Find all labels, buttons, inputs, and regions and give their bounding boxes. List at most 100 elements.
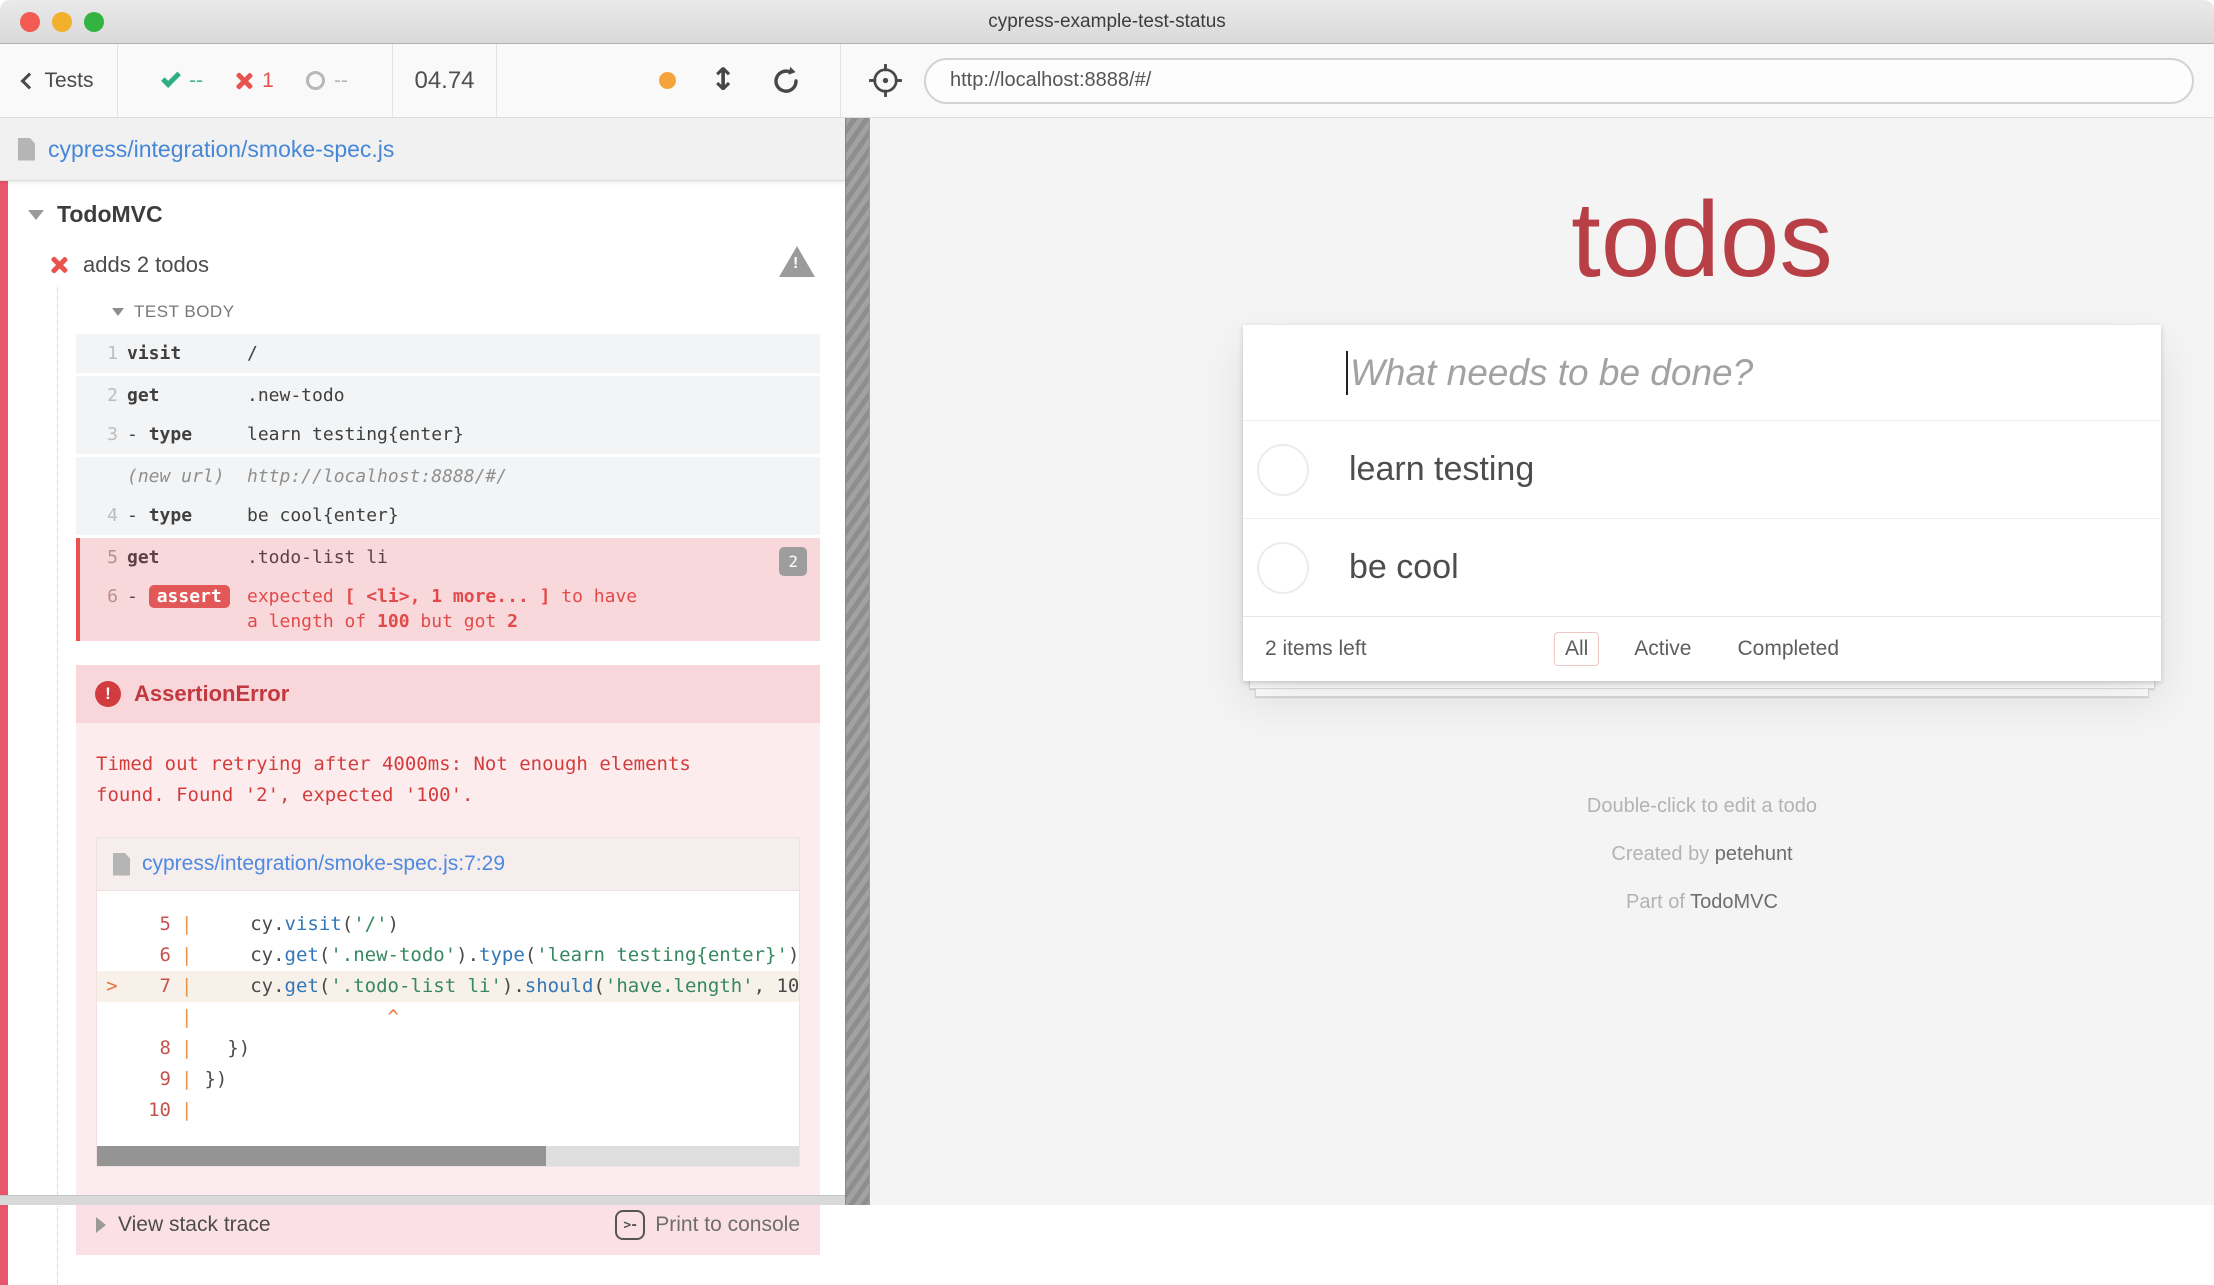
print-to-console-label: Print to console <box>655 1213 800 1237</box>
error-block: ! AssertionError Timed out retrying afte… <box>76 665 820 1255</box>
minimize-window-icon[interactable] <box>52 12 72 32</box>
text-cursor <box>1346 351 1348 395</box>
back-to-tests-label: Tests <box>44 69 93 93</box>
scrollbar-thumb[interactable] <box>97 1146 546 1166</box>
reporter-panel: cypress/integration/smoke-spec.js TodoMV… <box>0 118 845 1205</box>
code-text: cy.get('.todo-list li').should('have.len… <box>204 971 799 1002</box>
selector-playground-icon[interactable] <box>867 62 904 99</box>
x-icon <box>235 72 253 90</box>
command-row[interactable]: 1visit/ <box>76 334 820 373</box>
todomvc-link[interactable]: TodoMVC <box>1690 891 1778 913</box>
test-row[interactable]: adds 2 todos ! <box>8 228 845 286</box>
code-frame-header: cypress/integration/smoke-spec.js:7:29 <box>97 838 799 891</box>
test-body-label: TEST BODY <box>134 302 235 322</box>
cypress-runner-window: { "window": { "title": "cypress-example-… <box>0 0 2214 1206</box>
command-row[interactable]: (new url)http://localhost:8888/#/ <box>76 457 820 496</box>
titlebar: cypress-example-test-status <box>0 0 2214 44</box>
code-frame-scrollbar[interactable] <box>97 1146 799 1166</box>
author-link[interactable]: petehunt <box>1715 843 1793 865</box>
restart-tests-icon[interactable] <box>770 65 802 97</box>
runner-toolbar: Tests -- 1 -- 04.74 ↕ <box>0 44 2214 118</box>
test-duration: 04.74 <box>393 44 497 117</box>
url-section: http://localhost:8888/#/ <box>841 44 2214 117</box>
command-message: be cool{enter} <box>247 503 820 528</box>
failed-test-region: TodoMVC adds 2 todos ! TEST BODY 1visit/… <box>0 181 845 1285</box>
command-method: - assert <box>127 584 247 609</box>
command-method: visit <box>127 341 247 366</box>
print-to-console-button[interactable]: >- Print to console <box>615 1210 800 1240</box>
filter-completed[interactable]: Completed <box>1726 632 1850 666</box>
stacked-sheet <box>1249 681 2155 689</box>
error-message: Timed out retrying after 4000ms: Not eno… <box>96 749 800 811</box>
url-address-bar[interactable]: http://localhost:8888/#/ <box>924 58 2194 104</box>
stat-passed: -- <box>162 69 203 93</box>
view-stack-trace-button[interactable]: View stack trace <box>96 1213 271 1237</box>
element-count-badge: 2 <box>779 547 807 576</box>
test-content: TEST BODY 1visit/2get.new-todo3- typelea… <box>57 286 845 1285</box>
error-message-line: Timed out retrying after 4000ms: Not eno… <box>96 749 800 780</box>
code-text: cy.visit('/') <box>204 909 399 940</box>
error-icon: ! <box>95 681 121 707</box>
check-icon <box>161 68 181 88</box>
command-method: - type <box>127 503 247 528</box>
error-body: Timed out retrying after 4000ms: Not eno… <box>76 723 820 1193</box>
code-line: 6| cy.get('.new-todo').type('learn testi… <box>97 940 799 971</box>
code-line: 10| <box>97 1095 799 1126</box>
error-header: ! AssertionError <box>76 665 820 723</box>
spec-file-link[interactable]: cypress/integration/smoke-spec.js <box>48 136 394 163</box>
todo-footer: 2 items left AllActiveCompleted <box>1243 616 2161 681</box>
command-method: - type <box>127 422 247 447</box>
todo-toggle-checkbox[interactable] <box>1257 542 1309 594</box>
failed-count: 1 <box>262 69 274 93</box>
command-message: .new-todo <box>247 383 820 408</box>
auto-scroll-indicator-icon[interactable] <box>659 72 676 89</box>
command-row[interactable]: 4- typebe cool{enter} <box>76 496 820 535</box>
command-group: 1visit/ <box>76 334 820 373</box>
file-icon <box>18 138 35 161</box>
code-line: >7| cy.get('.todo-list li').should('have… <box>97 971 799 1002</box>
command-group: 5get.todo-list li26- assertexpected [ <l… <box>76 538 820 641</box>
close-window-icon[interactable] <box>20 12 40 32</box>
panel-resizer-handle[interactable] <box>845 118 870 1205</box>
command-message: learn testing{enter} <box>247 422 820 447</box>
pending-circle-icon <box>306 71 325 90</box>
command-row[interactable]: 6- assertexpected [ <li>, 1 more... ] to… <box>80 577 820 641</box>
url-text: http://localhost:8888/#/ <box>950 69 1151 92</box>
command-method: get <box>127 383 247 408</box>
filter-all[interactable]: All <box>1554 632 1599 666</box>
code-frame-file-link[interactable]: cypress/integration/smoke-spec.js:7:29 <box>142 852 505 876</box>
command-message: .todo-list li <box>247 545 820 570</box>
collapse-caret-icon <box>28 210 44 220</box>
todo-filters: All Active Completed <box>1554 632 1850 666</box>
command-method: (new url) <box>127 464 247 489</box>
command-method: get <box>127 545 247 570</box>
auto-scroll-arrows-icon[interactable]: ↕ <box>710 65 736 96</box>
todo-label: be cool <box>1349 548 1459 587</box>
command-row[interactable]: 2 get.new-todo <box>76 376 820 415</box>
todos-app-title: todos <box>1243 178 2161 301</box>
file-icon <box>113 853 130 876</box>
command-row[interactable]: 3- typelearn testing{enter} <box>76 415 820 454</box>
command-row[interactable]: 5get.todo-list li2 <box>80 538 820 577</box>
todo-label: learn testing <box>1349 450 1534 489</box>
spec-header: cypress/integration/smoke-spec.js <box>0 118 845 181</box>
command-number: 1 <box>76 341 118 366</box>
code-line: | ^ <box>97 1002 799 1033</box>
test-body-toggle[interactable]: TEST BODY <box>112 302 820 322</box>
warning-icon: ! <box>779 246 815 277</box>
error-message-line: found. Found '2', expected '100'. <box>96 780 800 811</box>
test-failed-x-icon <box>50 256 68 274</box>
todo-toggle-checkbox[interactable] <box>1257 444 1309 496</box>
passed-count: -- <box>189 69 203 93</box>
chevron-left-icon <box>21 73 38 90</box>
code-frame-code: 5| cy.visit('/')6| cy.get('.new-todo').t… <box>97 891 799 1134</box>
main-content: cypress/integration/smoke-spec.js TodoMV… <box>0 118 2214 1205</box>
back-to-tests-button[interactable]: Tests <box>0 44 118 117</box>
code-line: 9|}) <box>97 1064 799 1095</box>
new-todo-input[interactable]: What needs to be done? <box>1243 325 2161 420</box>
todo-list-item: learn testing <box>1243 420 2161 518</box>
zoom-window-icon[interactable] <box>84 12 104 32</box>
command-number: 2 <box>76 383 118 408</box>
filter-active[interactable]: Active <box>1623 632 1702 666</box>
suite-row[interactable]: TodoMVC <box>8 181 845 228</box>
